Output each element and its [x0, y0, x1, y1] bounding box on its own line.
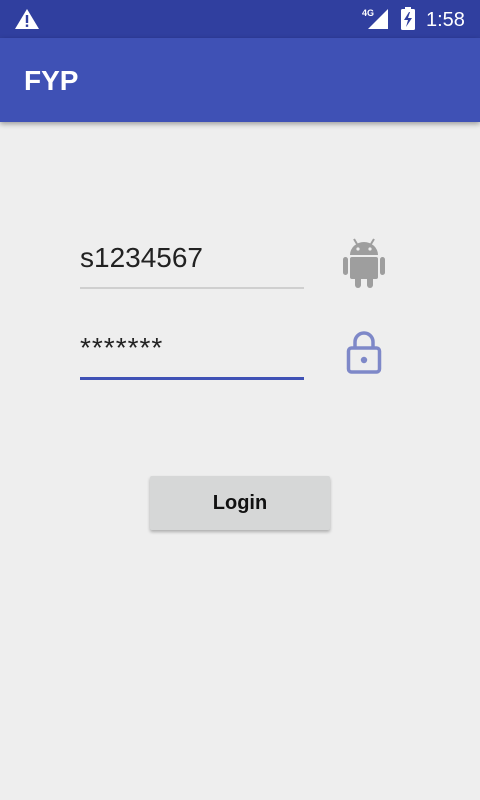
login-button[interactable]: Login	[150, 476, 330, 530]
lock-icon	[346, 331, 382, 374]
username-underline	[80, 287, 304, 289]
battery-charging-icon	[401, 7, 415, 30]
warning-icon	[15, 9, 39, 29]
status-bar: 4G 1:58	[0, 0, 480, 38]
svg-text:4G: 4G	[362, 8, 374, 18]
password-value[interactable]: *******	[80, 332, 163, 364]
signal-icon: 4G	[362, 8, 388, 29]
app-title: FYP	[24, 65, 79, 96]
username-value[interactable]: s1234567	[80, 242, 203, 274]
status-time: 1:58	[426, 9, 465, 31]
password-underline	[80, 377, 304, 380]
password-field[interactable]: *******	[80, 330, 304, 382]
app-bar: FYP	[0, 38, 480, 122]
android-icon	[343, 238, 385, 288]
username-field[interactable]: s1234567	[80, 242, 304, 292]
